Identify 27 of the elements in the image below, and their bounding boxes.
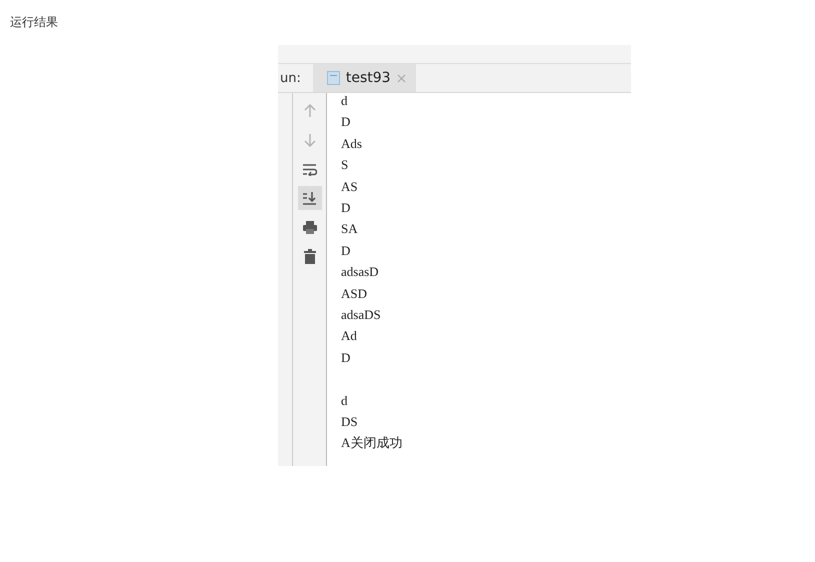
output-line: SA xyxy=(341,220,359,238)
output-line: A关闭成功 xyxy=(341,434,402,452)
trash-icon xyxy=(304,248,316,264)
output-line: Ad xyxy=(341,327,358,346)
output-line: DS xyxy=(341,413,359,432)
file-icon xyxy=(326,71,340,85)
output-line: D xyxy=(341,113,352,132)
output-line: adsasD xyxy=(341,263,380,282)
output-line: d xyxy=(341,92,348,110)
output-line: d xyxy=(341,392,348,410)
soft-wrap-icon xyxy=(302,162,317,176)
output-line: D xyxy=(341,348,352,367)
output-line: adsaDS xyxy=(341,306,382,324)
page-heading: 运行结果 xyxy=(10,14,59,30)
output-line: D xyxy=(341,199,352,218)
scroll-end-button[interactable] xyxy=(298,186,322,210)
arrow-up-icon xyxy=(304,104,316,118)
run-label: un: xyxy=(280,70,301,86)
scroll-to-end-icon xyxy=(302,191,317,205)
output-line: S xyxy=(341,156,350,174)
print-icon xyxy=(302,220,316,234)
console-tab[interactable]: test93 xyxy=(312,64,416,92)
output-line: ASD xyxy=(341,284,368,303)
output-line: Ads xyxy=(341,134,363,153)
output-line: AS xyxy=(341,178,359,196)
arrow-down-icon xyxy=(304,133,316,147)
output-line: D xyxy=(341,242,352,260)
